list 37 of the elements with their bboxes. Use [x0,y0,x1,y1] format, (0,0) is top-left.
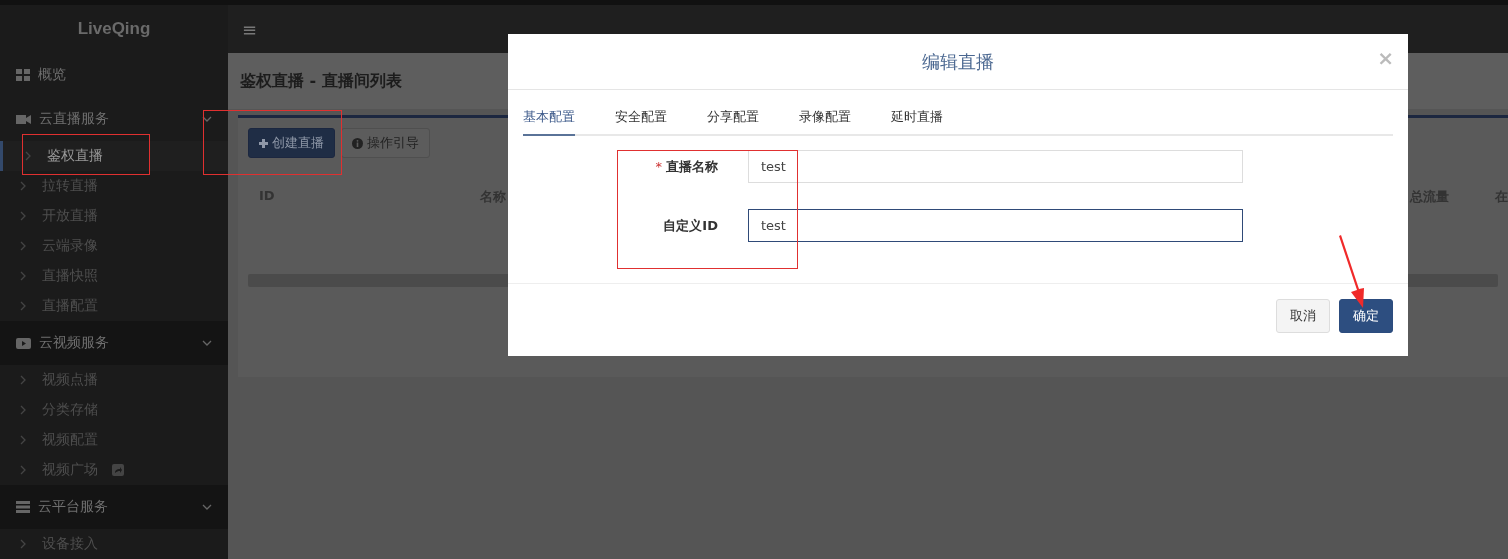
sidebar-group[interactable]: 云平台服务 [0,485,228,529]
input-field[interactable]: test [748,209,1243,242]
sidebar-item[interactable]: 鉴权直播 [0,141,228,171]
field-label: 自定义ID [662,216,718,235]
cancel-button[interactable]: 取消 [1276,299,1330,333]
chevron-right-icon [18,465,28,475]
plus-icon [259,138,268,148]
chevron-right-icon [18,301,28,311]
video-camera-icon [16,113,31,125]
brand-logo[interactable]: LiveQing [0,5,228,53]
input-field[interactable]: test [748,150,1243,183]
chevron-right-icon [23,151,33,161]
chevron-right-icon [18,271,28,281]
chevron-right-icon [18,405,28,415]
chevron-right-icon [18,181,28,191]
tab[interactable]: 安全配置 [615,108,667,136]
chevron-right-icon [18,435,28,445]
field-label: * 直播名称 [654,157,718,176]
create-button[interactable]: 创建直播 [248,128,335,158]
chevron-right-icon [18,539,28,549]
sidebar-group[interactable]: 云视频服务 [0,321,228,365]
server-icon [16,501,30,513]
menu-icon[interactable]: ≡ [242,18,258,40]
chevron-right-icon [18,375,28,385]
confirm-button[interactable]: 确定 [1339,299,1393,333]
chevron-right-icon [18,211,28,221]
chevron-down-icon [202,338,212,348]
chevron-down-icon [202,114,212,124]
chevron-down-icon [202,502,212,512]
tab[interactable]: 延时直播 [891,108,943,136]
tab[interactable]: 分享配置 [707,108,759,136]
grid-icon [16,69,30,81]
tab[interactable]: 基本配置 [523,108,575,136]
play-icon [16,337,31,349]
chevron-right-icon [18,241,28,251]
tab[interactable]: 录像配置 [799,108,851,136]
info-icon [352,137,363,149]
